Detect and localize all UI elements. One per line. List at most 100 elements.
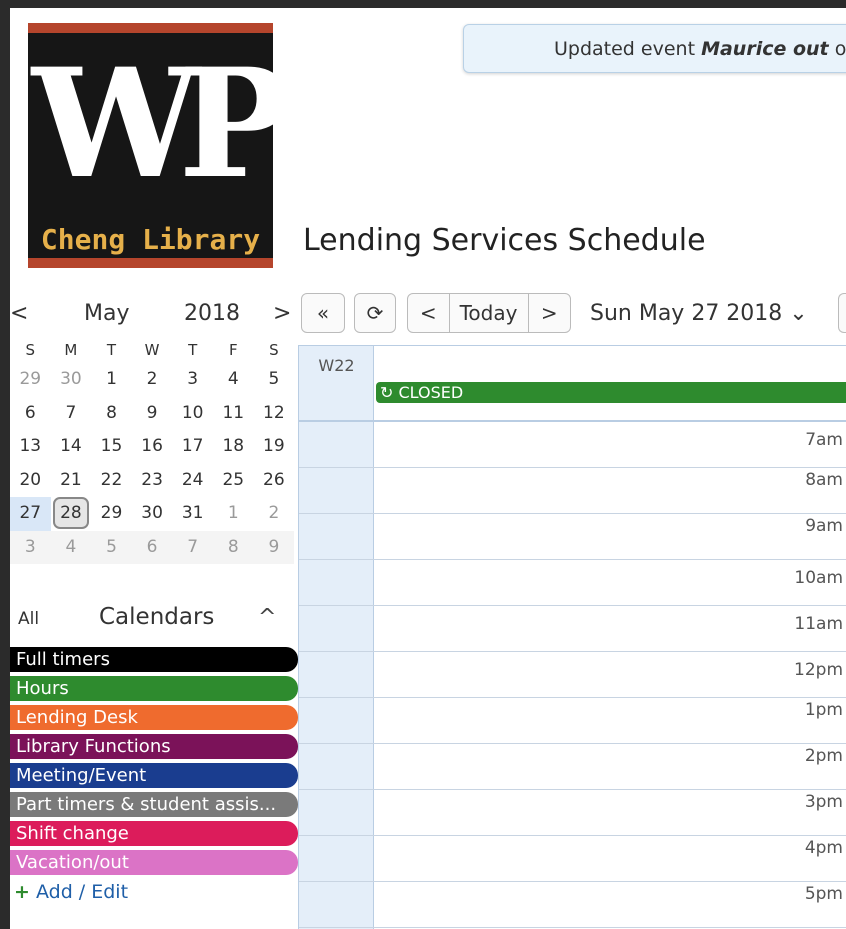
calendar-item[interactable]: Vacation/out: [10, 850, 298, 875]
hour-row[interactable]: 8am: [299, 468, 846, 514]
mini-calendar-day[interactable]: 1: [213, 497, 254, 531]
mini-calendar-day[interactable]: 8: [212, 530, 254, 564]
plus-icon: +: [14, 881, 30, 903]
mini-calendar-day[interactable]: 4: [213, 363, 254, 397]
chevron-up-icon[interactable]: ^: [258, 605, 276, 630]
hour-row[interactable]: 1pm: [299, 698, 846, 744]
prev-month-button[interactable]: <: [10, 301, 28, 326]
mini-calendar-grid: S M T W T F S 29 30 1 2 3 4 5 6 7 8 9 10 11 12 13 14 15 16 17 18 19…: [10, 337, 298, 564]
next-day-button[interactable]: >: [529, 294, 570, 332]
mini-calendar-day[interactable]: 22: [91, 464, 132, 498]
hour-label: 8am: [805, 470, 843, 490]
update-notification[interactable]: Updated event Maurice out o: [463, 24, 846, 73]
mini-calendar-day[interactable]: 14: [51, 430, 92, 464]
calendar-item[interactable]: Part timers & student assis...: [10, 792, 298, 817]
mini-calendar-day[interactable]: 8: [91, 397, 132, 431]
mini-calendar-day[interactable]: 5: [254, 363, 295, 397]
mini-calendar-day[interactable]: 25: [213, 464, 254, 498]
calendars-panel: All Calendars ^ Full timers Hours Lending …: [10, 593, 298, 903]
mini-calendar-day[interactable]: 29: [10, 363, 51, 397]
next-month-button[interactable]: >: [273, 301, 291, 326]
month-label[interactable]: May: [84, 301, 129, 326]
mini-calendar-day[interactable]: 3: [10, 530, 51, 564]
hour-row[interactable]: 2pm: [299, 744, 846, 790]
mini-calendar-day[interactable]: 21: [51, 464, 92, 498]
hour-label: 2pm: [804, 746, 843, 766]
hour-row[interactable]: 9am: [299, 514, 846, 560]
mini-calendar-day[interactable]: 6: [131, 530, 173, 564]
mini-calendar-day[interactable]: 12: [254, 397, 295, 431]
mini-calendar-day[interactable]: 20: [10, 464, 51, 498]
hour-label: 3pm: [804, 792, 843, 812]
mini-calendar-day[interactable]: 30: [132, 497, 173, 531]
page-title: Lending Services Schedule: [303, 223, 706, 258]
hour-row[interactable]: 11am: [299, 606, 846, 652]
mini-calendar-day[interactable]: 24: [172, 464, 213, 498]
refresh-button[interactable]: ⟳: [354, 293, 396, 333]
prev-day-button[interactable]: <: [408, 294, 450, 332]
logo-band-bottom: [28, 258, 273, 268]
mini-calendar-day[interactable]: 17: [172, 430, 213, 464]
mini-calendar-day[interactable]: 2: [254, 497, 295, 531]
hour-label: 7am: [805, 430, 843, 450]
hour-row[interactable]: 4pm: [299, 836, 846, 882]
mini-calendar-day[interactable]: 11: [213, 397, 254, 431]
add-edit-link[interactable]: + Add / Edit: [10, 881, 298, 903]
mini-calendar-day[interactable]: 9: [253, 530, 295, 564]
date-selector[interactable]: Sun May 27 2018 ⌄: [590, 301, 808, 326]
mini-calendar-day[interactable]: 7: [172, 530, 213, 564]
mini-calendar-day[interactable]: 9: [132, 397, 173, 431]
calendar-item[interactable]: Meeting/Event: [10, 763, 298, 788]
calendar-item[interactable]: Library Functions: [10, 734, 298, 759]
hour-row[interactable]: 10am: [299, 560, 846, 606]
library-logo: WP Cheng Library: [28, 23, 273, 268]
mini-calendar-day[interactable]: 23: [132, 464, 173, 498]
today-button[interactable]: Today: [450, 294, 529, 332]
mini-calendar-day[interactable]: 29: [91, 497, 132, 531]
calendar-item[interactable]: Lending Desk: [10, 705, 298, 730]
calendar-list: Full timers Hours Lending Desk Library Func…: [10, 647, 298, 875]
weekday-header: W: [144, 341, 160, 359]
hour-label: 1pm: [804, 700, 843, 720]
day-view: W22 ↻ CLOSED 7am 8am 9am 10am 11am 12pm 1pm 2pm…: [298, 345, 846, 929]
weekday-header: F: [228, 341, 238, 359]
view-switch-button[interactable]: [838, 293, 846, 333]
back-fast-button[interactable]: «: [301, 293, 345, 333]
mini-calendar-day[interactable]: 2: [132, 363, 173, 397]
mini-calendar-day[interactable]: 5: [91, 530, 132, 564]
hour-row[interactable]: 12pm: [299, 652, 846, 698]
hour-row[interactable]: 7am: [299, 422, 846, 468]
hour-row[interactable]: 5pm: [299, 882, 846, 928]
mini-calendar-day[interactable]: 30: [51, 363, 92, 397]
mini-calendar-day[interactable]: 7: [51, 397, 92, 431]
mini-calendar-day[interactable]: 3: [172, 363, 213, 397]
mini-calendar-day[interactable]: 19: [254, 430, 295, 464]
calendar-item[interactable]: Shift change: [10, 821, 298, 846]
all-day-event[interactable]: ↻ CLOSED: [376, 382, 846, 403]
hour-label: 11am: [794, 614, 843, 634]
mini-calendar-day[interactable]: 13: [10, 430, 51, 464]
mini-calendar-day[interactable]: 10: [172, 397, 213, 431]
mini-calendar-day[interactable]: 6: [10, 397, 51, 431]
calendar-item[interactable]: Hours: [10, 676, 298, 701]
all-day-row: W22 ↻ CLOSED: [299, 346, 846, 422]
mini-calendar-day[interactable]: 28: [51, 497, 92, 531]
mini-calendar-day[interactable]: 16: [132, 430, 173, 464]
show-all-link[interactable]: All: [18, 609, 39, 629]
mini-calendar-day[interactable]: 1: [91, 363, 132, 397]
calendar-item[interactable]: Full timers: [10, 647, 298, 672]
weekday-header: M: [64, 341, 78, 359]
mini-calendar: < May 2018 > S M T W T F S 29 30 1 2 3 4 5 6 7 8 9 10 11 12 1…: [10, 291, 298, 564]
mini-calendar-day[interactable]: 15: [91, 430, 132, 464]
mini-calendar-day[interactable]: 27: [10, 497, 51, 531]
calendar-toolbar: « ⟳ < Today > Sun May 27 2018 ⌄: [301, 291, 846, 337]
mini-calendar-day[interactable]: 4: [50, 530, 92, 564]
year-label[interactable]: 2018: [184, 301, 240, 326]
app-page: WP Cheng Library Updated event Maurice o…: [10, 8, 846, 929]
hour-row[interactable]: 3pm: [299, 790, 846, 836]
mini-calendar-day[interactable]: 18: [213, 430, 254, 464]
mini-calendar-day[interactable]: 31: [172, 497, 213, 531]
repeat-icon: ↻: [380, 383, 394, 402]
notice-event: Maurice out: [701, 38, 829, 60]
mini-calendar-day[interactable]: 26: [254, 464, 295, 498]
